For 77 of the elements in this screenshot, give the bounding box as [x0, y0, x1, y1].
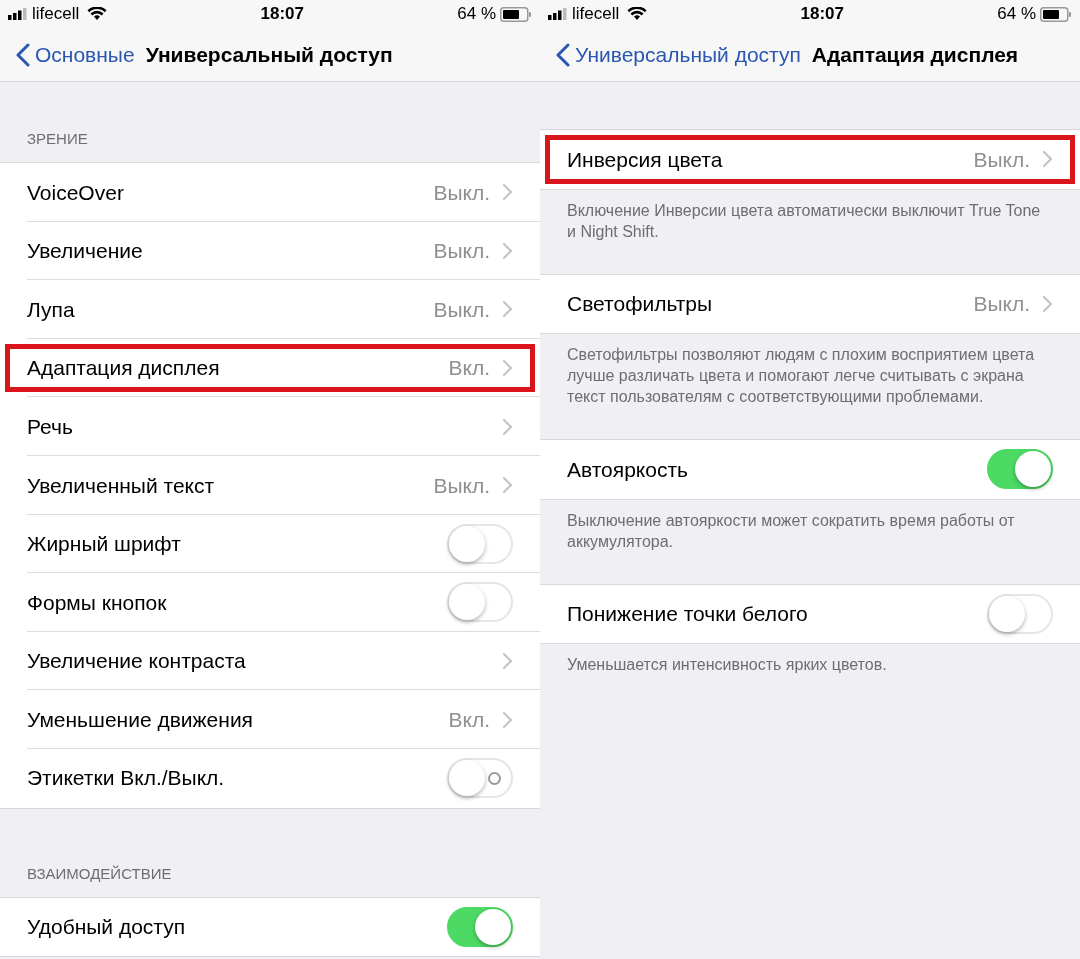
chevron-icon [502, 652, 513, 671]
row-value: Выкл. [433, 179, 490, 206]
settings-row[interactable]: Уменьшение движения Вкл. [0, 690, 540, 749]
settings-row[interactable]: Лупа Выкл. [0, 280, 540, 339]
row-label: Жирный шрифт [27, 531, 182, 558]
row-label: Понижение точки белого [567, 601, 809, 628]
section-footer: Включение Инверсии цвета автоматически выключит True Tone и Night Shift. [567, 199, 1050, 242]
screen-title: Универсальный доступ [145, 41, 393, 68]
row-label: Формы кнопок [27, 589, 168, 616]
row-label: Адаптация дисплея [27, 355, 221, 382]
row-label: Лупа [27, 296, 76, 323]
row-label: Увеличение контраста [27, 648, 247, 675]
section-footer: Светофильтры позволяют людям с плохим восприятием цвета лучше различать цвета и помогают легче считывать с экрана текст пользователям с соответствующими проблемами. [567, 344, 1050, 408]
row-value: Вкл. [448, 355, 490, 382]
settings-row[interactable]: Светофильтры Выкл. [540, 274, 1080, 334]
back-icon [16, 42, 30, 67]
battery-percent: 64 % [457, 3, 496, 26]
settings-row[interactable]: Удобный доступ [0, 897, 540, 957]
row-label: Автояркость [567, 456, 689, 483]
row-label: Светофильтры [567, 291, 714, 318]
battery-percent: 64 % [997, 3, 1036, 26]
signal-icon [8, 8, 28, 20]
row-value: Выкл. [433, 296, 490, 323]
settings-row[interactable]: Речь [0, 397, 540, 456]
wifi-icon [627, 7, 648, 21]
chevron-icon [502, 183, 513, 202]
signal-icon [548, 8, 568, 20]
settings-row[interactable]: Автояркость [540, 440, 1080, 499]
chevron-icon [502, 300, 513, 319]
settings-row[interactable]: Инверсия цвета Выкл. [540, 130, 1080, 189]
screen-title: Адаптация дисплея [811, 41, 1019, 68]
battery-icon [1040, 6, 1072, 22]
section-header: ВЗАИМОДЕЙСТВИЕ [27, 864, 172, 882]
chevron-icon [502, 710, 513, 729]
carrier-name: lifecell [32, 3, 80, 26]
chevron-icon [502, 359, 513, 378]
row-value: Выкл. [973, 291, 1030, 318]
settings-row[interactable]: Формы кнопок [0, 573, 540, 632]
row-value: Выкл. [433, 238, 490, 265]
settings-row[interactable]: Жирный шрифт [0, 514, 540, 574]
off-label-icon [488, 772, 501, 786]
section-footer: Выключение автояркости может сократить время работы от аккумулятора. [567, 509, 1050, 552]
row-value: Выкл. [433, 472, 490, 499]
row-label: Удобный доступ [27, 914, 187, 941]
row-label: VoiceOver [27, 179, 125, 206]
section-header: ЗРЕНИЕ [27, 130, 88, 147]
carrier-name: lifecell [572, 3, 620, 26]
settings-row[interactable]: Адаптация дисплея Вкл. [0, 338, 540, 398]
wifi-icon [87, 7, 108, 21]
row-value: Вкл. [448, 706, 490, 733]
chevron-icon [1042, 150, 1053, 169]
settings-row[interactable]: Увеличение контраста [0, 631, 540, 691]
row-value: Выкл. [973, 146, 1030, 173]
clock: 18:07 [260, 3, 304, 26]
toggle-switch[interactable] [447, 906, 513, 947]
row-label: Уменьшение движения [27, 706, 254, 733]
settings-row[interactable]: Увеличенный текст Выкл. [0, 455, 540, 515]
chevron-icon [502, 476, 513, 495]
section-footer: Уменьшается интенсивность ярких цветов. [567, 654, 1050, 676]
chevron-icon [502, 417, 513, 436]
back-icon [556, 42, 570, 67]
row-label: Речь [27, 413, 74, 440]
chevron-icon [1042, 294, 1053, 313]
settings-row[interactable]: Увеличение Выкл. [0, 221, 540, 281]
row-label: Инверсия цвета [567, 146, 724, 173]
settings-row[interactable]: Понижение точки белого [540, 584, 1080, 644]
settings-row[interactable]: Этикетки Вкл./Выкл. [0, 748, 540, 808]
clock: 18:07 [800, 3, 844, 26]
row-label: Увеличение [27, 238, 144, 265]
settings-row[interactable]: VoiceOver Выкл. [0, 163, 540, 222]
row-label: Увеличенный текст [27, 472, 216, 499]
back-button[interactable]: Основные [16, 38, 135, 71]
row-label: Этикетки Вкл./Выкл. [27, 765, 226, 792]
battery-icon [500, 6, 532, 22]
back-button[interactable]: Универсальный доступ [556, 38, 801, 71]
chevron-icon [502, 241, 513, 260]
toggle-switch[interactable] [987, 449, 1053, 490]
